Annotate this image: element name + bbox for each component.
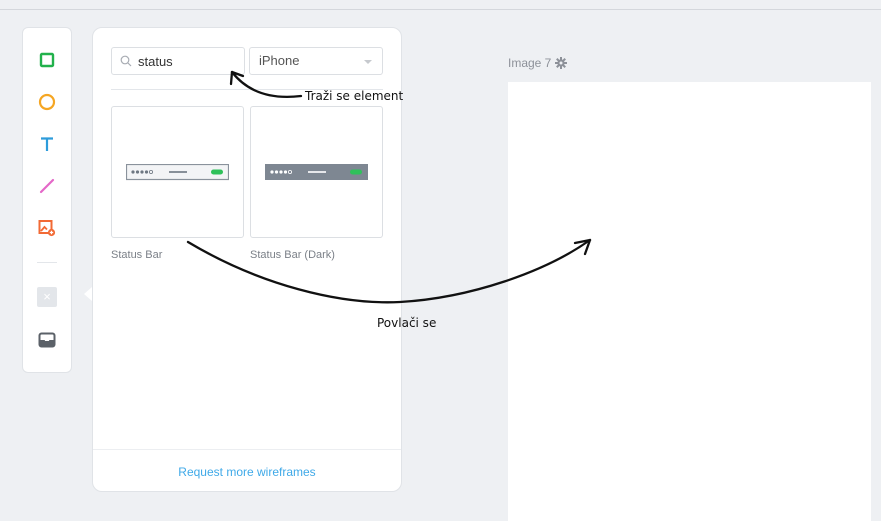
search-input[interactable]: [138, 53, 234, 69]
delete-tool-button[interactable]: ×: [23, 282, 71, 312]
gear-icon[interactable]: [555, 57, 568, 69]
element-label-status-bar-dark: Status Bar (Dark): [250, 249, 335, 261]
circle-icon: [38, 93, 56, 111]
inbox-icon: [38, 332, 56, 348]
search-icon: [120, 55, 132, 67]
canvas-artboard[interactable]: [508, 82, 871, 521]
library-tool-button[interactable]: [23, 325, 71, 355]
square-icon: [39, 52, 55, 68]
text-tool-button[interactable]: [23, 129, 71, 159]
tool-palette: ×: [22, 27, 72, 373]
element-label-status-bar: Status Bar: [111, 249, 163, 261]
request-more-wireframes-link[interactable]: Request more wireframes: [93, 465, 401, 479]
status-bar-dark-thumbnail: [265, 164, 368, 180]
panel-footer-divider: [93, 449, 401, 450]
panel-pointer: [84, 287, 92, 301]
close-icon: ×: [37, 287, 57, 307]
tool-separator: [37, 262, 57, 263]
line-tool-button[interactable]: [23, 171, 71, 201]
text-icon: [41, 137, 53, 151]
search-box[interactable]: [111, 47, 245, 75]
device-select[interactable]: iPhone: [249, 47, 383, 75]
device-select-value: iPhone: [259, 53, 300, 68]
top-divider: [0, 9, 881, 10]
line-icon: [39, 178, 55, 194]
drag-annotation-label: Povlači se: [377, 316, 437, 330]
element-card-status-bar-dark[interactable]: [250, 106, 383, 238]
ellipse-tool-button[interactable]: [23, 87, 71, 117]
search-annotation-label: Traži se element: [305, 89, 404, 103]
rectangle-tool-button[interactable]: [23, 45, 71, 75]
element-card-status-bar[interactable]: [111, 106, 244, 238]
image-icon: [38, 220, 56, 237]
status-bar-thumbnail: [126, 164, 229, 181]
image-tool-button[interactable]: [23, 213, 71, 243]
chevron-down-icon: [364, 60, 372, 64]
canvas-title-text: Image 7: [508, 56, 552, 70]
canvas-title: Image 7: [508, 56, 568, 70]
